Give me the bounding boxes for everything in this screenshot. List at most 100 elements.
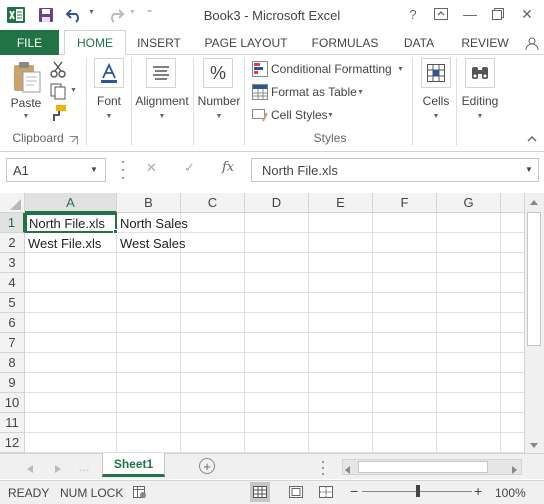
font-dropdown-icon[interactable]: ▼ — [103, 113, 115, 120]
conditional-formatting-button[interactable]: Conditional Formatting — [271, 62, 392, 76]
name-box-dropdown-icon[interactable]: ▼ — [90, 165, 98, 174]
more-sheets-icon[interactable]: … — [78, 460, 90, 474]
font-icon[interactable] — [94, 58, 124, 88]
column-header-b[interactable]: B — [117, 193, 181, 213]
sheet-tab-sheet1[interactable]: Sheet1 — [102, 453, 165, 477]
column-header-d[interactable]: D — [245, 193, 309, 213]
row-header-10[interactable]: 10 — [0, 393, 25, 413]
cancel-entry-icon[interactable]: ✕ — [146, 160, 157, 176]
cut-icon[interactable] — [49, 60, 69, 78]
number-dropdown-icon[interactable]: ▼ — [213, 113, 225, 120]
format-painter-icon[interactable] — [49, 104, 69, 122]
conditional-formatting-icon[interactable] — [252, 61, 268, 77]
user-icon[interactable] — [522, 34, 542, 52]
formula-input[interactable]: North File.xls — [251, 158, 539, 182]
column-header-h[interactable] — [501, 193, 524, 213]
row-header-7[interactable]: 7 — [0, 333, 25, 353]
editing-button[interactable]: Editing — [457, 94, 503, 108]
scroll-right-icon[interactable] — [512, 463, 520, 474]
new-sheet-button[interactable]: + — [199, 458, 215, 474]
cell-styles-dropdown-icon[interactable]: ▼ — [327, 112, 334, 119]
close-button[interactable]: ✕ — [514, 2, 540, 26]
tab-split-grip-icon[interactable] — [322, 461, 326, 475]
tab-review[interactable]: REVIEW — [458, 30, 512, 55]
redo-icon[interactable] — [106, 5, 126, 25]
redo-dropdown-icon[interactable]: ▼ — [129, 9, 136, 16]
editing-icon[interactable] — [465, 58, 495, 88]
font-button[interactable]: Font — [89, 94, 129, 108]
row-header-12[interactable]: 12 — [0, 433, 25, 453]
scroll-down-icon[interactable] — [528, 440, 540, 450]
zoom-in-button[interactable]: + — [474, 483, 482, 499]
tab-page-layout[interactable]: PAGE LAYOUT — [200, 30, 292, 55]
column-header-c[interactable]: C — [181, 193, 245, 213]
scroll-left-icon[interactable] — [345, 463, 353, 474]
alignment-dropdown-icon[interactable]: ▼ — [156, 113, 168, 120]
editing-dropdown-icon[interactable]: ▼ — [474, 113, 486, 120]
cell-styles-button[interactable]: Cell Styles — [271, 108, 328, 122]
paste-button[interactable]: Paste — [6, 96, 46, 110]
cell-b2[interactable]: West Sales — [117, 233, 207, 253]
ribbon-display-options-icon[interactable] — [428, 2, 454, 26]
row-header-6[interactable]: 6 — [0, 313, 25, 333]
tab-home[interactable]: HOME — [64, 30, 126, 55]
row-header-2[interactable]: 2 — [0, 233, 25, 253]
column-header-e[interactable]: E — [309, 193, 373, 213]
zoom-level[interactable]: 100% — [495, 486, 526, 500]
help-button[interactable]: ? — [400, 2, 426, 26]
undo-icon[interactable] — [64, 5, 84, 25]
number-icon[interactable]: % — [203, 58, 233, 88]
row-header-11[interactable]: 11 — [0, 413, 25, 433]
column-header-g[interactable]: G — [437, 193, 501, 213]
row-header-3[interactable]: 3 — [0, 253, 25, 273]
collapse-ribbon-icon[interactable] — [527, 134, 537, 144]
number-button[interactable]: Number — [194, 94, 244, 108]
cells-button[interactable]: Cells — [416, 94, 456, 108]
copy-dropdown-icon[interactable]: ▼ — [70, 87, 77, 94]
vertical-scroll-thumb[interactable] — [527, 212, 541, 346]
enter-entry-icon[interactable]: ✓ — [184, 160, 195, 176]
save-icon[interactable] — [36, 5, 56, 25]
next-sheet-icon[interactable] — [55, 462, 65, 473]
cells-icon[interactable] — [421, 58, 451, 88]
paste-dropdown-icon[interactable]: ▼ — [20, 113, 32, 120]
row-header-5[interactable]: 5 — [0, 293, 25, 313]
horizontal-scroll-thumb[interactable] — [358, 461, 488, 473]
paste-icon[interactable] — [10, 60, 44, 94]
alignment-icon[interactable] — [146, 58, 176, 88]
row-header-8[interactable]: 8 — [0, 353, 25, 373]
format-as-table-button[interactable]: Format as Table — [271, 85, 357, 99]
format-as-table-icon[interactable] — [252, 84, 268, 100]
column-header-f[interactable]: F — [373, 193, 437, 213]
conditional-formatting-dropdown-icon[interactable]: ▼ — [397, 66, 404, 73]
scroll-up-icon[interactable] — [528, 197, 540, 207]
tab-data[interactable]: DATA — [397, 30, 441, 55]
normal-view-icon[interactable] — [250, 482, 270, 502]
cell-b1[interactable]: North Sales — [117, 213, 207, 233]
zoom-slider-thumb[interactable] — [416, 485, 420, 497]
cells-dropdown-icon[interactable]: ▼ — [430, 113, 442, 120]
tab-formulas[interactable]: FORMULAS — [307, 30, 383, 55]
copy-icon[interactable] — [49, 82, 69, 100]
page-layout-view-icon[interactable] — [288, 484, 304, 500]
format-as-table-dropdown-icon[interactable]: ▼ — [357, 89, 364, 96]
page-break-preview-icon[interactable] — [318, 484, 334, 500]
cell-a2[interactable]: West File.xls — [25, 233, 117, 253]
customize-qat-icon[interactable]: ⁼ — [147, 8, 152, 19]
alignment-button[interactable]: Alignment — [132, 94, 192, 108]
undo-dropdown-icon[interactable]: ▼ — [88, 9, 95, 16]
insert-function-icon[interactable]: fx — [222, 160, 234, 175]
worksheet-grid[interactable]: A B C D E F G 1 2 3 4 5 6 7 8 9 10 11 12… — [0, 193, 524, 453]
cell-a1[interactable]: North File.xls — [25, 213, 117, 233]
macro-record-icon[interactable] — [133, 485, 147, 499]
cell-styles-icon[interactable] — [252, 107, 268, 123]
zoom-out-button[interactable]: − — [350, 483, 358, 499]
prev-sheet-icon[interactable] — [27, 462, 37, 473]
expand-formula-bar-icon[interactable]: ▼ — [525, 165, 533, 174]
select-all-button[interactable] — [0, 193, 25, 213]
tab-insert[interactable]: INSERT — [134, 30, 184, 55]
row-header-9[interactable]: 9 — [0, 373, 25, 393]
column-header-a[interactable]: A — [25, 193, 117, 213]
row-header-1[interactable]: 1 — [0, 213, 25, 233]
minimize-button[interactable]: — — [457, 2, 483, 26]
